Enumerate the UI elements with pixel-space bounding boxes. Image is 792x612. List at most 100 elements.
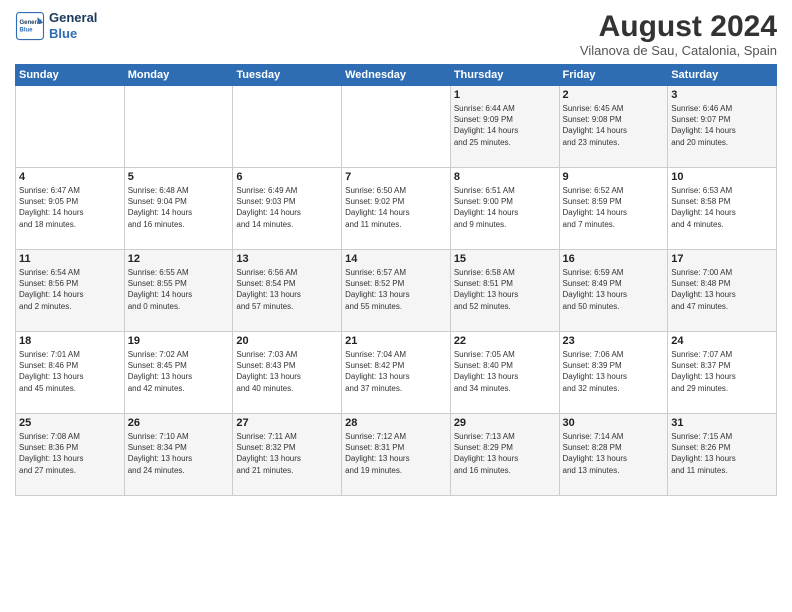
table-cell: 5Sunrise: 6:48 AM Sunset: 9:04 PM Daylig…	[124, 168, 233, 250]
day-info: Sunrise: 6:56 AM Sunset: 8:54 PM Dayligh…	[236, 267, 338, 312]
day-number: 9	[563, 171, 665, 183]
day-info: Sunrise: 7:11 AM Sunset: 8:32 PM Dayligh…	[236, 431, 338, 476]
table-cell: 4Sunrise: 6:47 AM Sunset: 9:05 PM Daylig…	[16, 168, 125, 250]
day-number: 20	[236, 335, 338, 347]
table-cell: 3Sunrise: 6:46 AM Sunset: 9:07 PM Daylig…	[668, 86, 777, 168]
calendar-body: 1 Sunrise: 6:44 AM Sunset: 9:09 PM Daylig…	[16, 86, 777, 496]
table-cell: 21Sunrise: 7:04 AM Sunset: 8:42 PM Dayli…	[342, 332, 451, 414]
table-cell: 14Sunrise: 6:57 AM Sunset: 8:52 PM Dayli…	[342, 250, 451, 332]
table-cell: 29 Sunrise: 7:13 AM Sunset: 8:29 PM Dayli…	[450, 414, 559, 496]
day-info: Sunrise: 7:02 AM Sunset: 8:45 PM Dayligh…	[128, 349, 230, 394]
day-info: Sunrise: 6:47 AM Sunset: 9:05 PM Dayligh…	[19, 185, 121, 230]
day-info: Sunrise: 6:52 AM Sunset: 8:59 PM Dayligh…	[563, 185, 665, 230]
day-info: Sunrise: 6:58 AM Sunset: 8:51 PM Dayligh…	[454, 267, 556, 312]
day-info: Sunrise: 6:53 AM Sunset: 8:58 PM Dayligh…	[671, 185, 773, 230]
day-number: 31	[671, 417, 773, 429]
day-info: Sunrise: 6:45 AM Sunset: 9:08 PM Dayligh…	[563, 103, 665, 148]
day-number: 11	[19, 253, 121, 265]
table-cell: 7Sunrise: 6:50 AM Sunset: 9:02 PM Daylig…	[342, 168, 451, 250]
table-cell: 23 Sunrise: 7:06 AM Sunset: 8:39 PM Dayli…	[559, 332, 668, 414]
day-number: 17	[671, 253, 773, 265]
day-number: 28	[345, 417, 447, 429]
logo: General Blue General Blue	[15, 10, 97, 41]
day-number: 25	[19, 417, 121, 429]
day-number: 19	[128, 335, 230, 347]
day-number: 27	[236, 417, 338, 429]
col-saturday: Saturday	[668, 65, 777, 86]
day-info: Sunrise: 6:55 AM Sunset: 8:55 PM Dayligh…	[128, 267, 230, 312]
day-info: Sunrise: 6:44 AM Sunset: 9:09 PM Dayligh…	[454, 103, 556, 148]
day-number: 16	[563, 253, 665, 265]
day-number: 26	[128, 417, 230, 429]
table-cell: 25 Sunrise: 7:08 AM Sunset: 8:36 PM Dayli…	[16, 414, 125, 496]
location-subtitle: Vilanova de Sau, Catalonia, Spain	[580, 43, 777, 58]
day-number: 18	[19, 335, 121, 347]
table-cell: 28 Sunrise: 7:12 AM Sunset: 8:31 PM Dayli…	[342, 414, 451, 496]
day-info: Sunrise: 7:07 AM Sunset: 8:37 PM Dayligh…	[671, 349, 773, 394]
day-info: Sunrise: 7:00 AM Sunset: 8:48 PM Dayligh…	[671, 267, 773, 312]
day-info: Sunrise: 7:05 AM Sunset: 8:40 PM Dayligh…	[454, 349, 556, 394]
table-cell: 19 Sunrise: 7:02 AM Sunset: 8:45 PM Dayli…	[124, 332, 233, 414]
day-number: 10	[671, 171, 773, 183]
table-cell: 12 Sunrise: 6:55 AM Sunset: 8:55 PM Dayli…	[124, 250, 233, 332]
table-cell	[16, 86, 125, 168]
day-info: Sunrise: 6:59 AM Sunset: 8:49 PM Dayligh…	[563, 267, 665, 312]
day-number: 22	[454, 335, 556, 347]
table-cell: 24 Sunrise: 7:07 AM Sunset: 8:37 PM Dayli…	[668, 332, 777, 414]
table-cell: 17 Sunrise: 7:00 AM Sunset: 8:48 PM Dayli…	[668, 250, 777, 332]
day-number: 2	[563, 89, 665, 101]
table-cell	[342, 86, 451, 168]
day-number: 30	[563, 417, 665, 429]
day-info: Sunrise: 7:06 AM Sunset: 8:39 PM Dayligh…	[563, 349, 665, 394]
col-sunday: Sunday	[16, 65, 125, 86]
day-info: Sunrise: 7:15 AM Sunset: 8:26 PM Dayligh…	[671, 431, 773, 476]
day-info: Sunrise: 6:54 AM Sunset: 8:56 PM Dayligh…	[19, 267, 121, 312]
day-info: Sunrise: 7:10 AM Sunset: 8:34 PM Dayligh…	[128, 431, 230, 476]
day-info: Sunrise: 7:08 AM Sunset: 8:36 PM Dayligh…	[19, 431, 121, 476]
day-number: 6	[236, 171, 338, 183]
day-number: 24	[671, 335, 773, 347]
day-number: 14	[345, 253, 447, 265]
week-row-1: 1 Sunrise: 6:44 AM Sunset: 9:09 PM Daylig…	[16, 86, 777, 168]
table-cell	[124, 86, 233, 168]
table-cell: 18 Sunrise: 7:01 AM Sunset: 8:46 PM Dayli…	[16, 332, 125, 414]
table-cell: 20 Sunrise: 7:03 AM Sunset: 8:43 PM Dayli…	[233, 332, 342, 414]
weekday-row: Sunday Monday Tuesday Wednesday Thursday…	[16, 65, 777, 86]
col-friday: Friday	[559, 65, 668, 86]
table-cell: 26 Sunrise: 7:10 AM Sunset: 8:34 PM Dayli…	[124, 414, 233, 496]
table-cell: 31 Sunrise: 7:15 AM Sunset: 8:26 PM Dayli…	[668, 414, 777, 496]
table-cell: 15 Sunrise: 6:58 AM Sunset: 8:51 PM Dayli…	[450, 250, 559, 332]
page-container: General Blue General Blue August 2024 Vi…	[0, 0, 792, 612]
day-info: Sunrise: 7:14 AM Sunset: 8:28 PM Dayligh…	[563, 431, 665, 476]
table-cell: 11 Sunrise: 6:54 AM Sunset: 8:56 PM Dayli…	[16, 250, 125, 332]
table-cell: 6 Sunrise: 6:49 AM Sunset: 9:03 PM Daylig…	[233, 168, 342, 250]
col-wednesday: Wednesday	[342, 65, 451, 86]
day-info: Sunrise: 7:12 AM Sunset: 8:31 PM Dayligh…	[345, 431, 447, 476]
col-monday: Monday	[124, 65, 233, 86]
day-number: 15	[454, 253, 556, 265]
day-number: 1	[454, 89, 556, 101]
day-info: Sunrise: 7:01 AM Sunset: 8:46 PM Dayligh…	[19, 349, 121, 394]
table-cell: 13 Sunrise: 6:56 AM Sunset: 8:54 PM Dayli…	[233, 250, 342, 332]
day-number: 8	[454, 171, 556, 183]
day-number: 29	[454, 417, 556, 429]
table-cell: 2 Sunrise: 6:45 AM Sunset: 9:08 PM Daylig…	[559, 86, 668, 168]
calendar-header: Sunday Monday Tuesday Wednesday Thursday…	[16, 65, 777, 86]
week-row-2: 4Sunrise: 6:47 AM Sunset: 9:05 PM Daylig…	[16, 168, 777, 250]
col-thursday: Thursday	[450, 65, 559, 86]
table-cell: 10 Sunrise: 6:53 AM Sunset: 8:58 PM Dayli…	[668, 168, 777, 250]
day-info: Sunrise: 6:49 AM Sunset: 9:03 PM Dayligh…	[236, 185, 338, 230]
day-number: 3	[671, 89, 773, 101]
day-number: 23	[563, 335, 665, 347]
table-cell: 30 Sunrise: 7:14 AM Sunset: 8:28 PM Dayli…	[559, 414, 668, 496]
table-cell: 22 Sunrise: 7:05 AM Sunset: 8:40 PM Dayli…	[450, 332, 559, 414]
logo-text-blue: Blue	[49, 26, 97, 42]
day-number: 12	[128, 253, 230, 265]
col-tuesday: Tuesday	[233, 65, 342, 86]
day-info: Sunrise: 7:03 AM Sunset: 8:43 PM Dayligh…	[236, 349, 338, 394]
page-header: General Blue General Blue August 2024 Vi…	[15, 10, 777, 58]
table-cell: 27 Sunrise: 7:11 AM Sunset: 8:32 PM Dayli…	[233, 414, 342, 496]
day-number: 13	[236, 253, 338, 265]
day-info: Sunrise: 7:13 AM Sunset: 8:29 PM Dayligh…	[454, 431, 556, 476]
title-block: August 2024 Vilanova de Sau, Catalonia, …	[580, 10, 777, 58]
